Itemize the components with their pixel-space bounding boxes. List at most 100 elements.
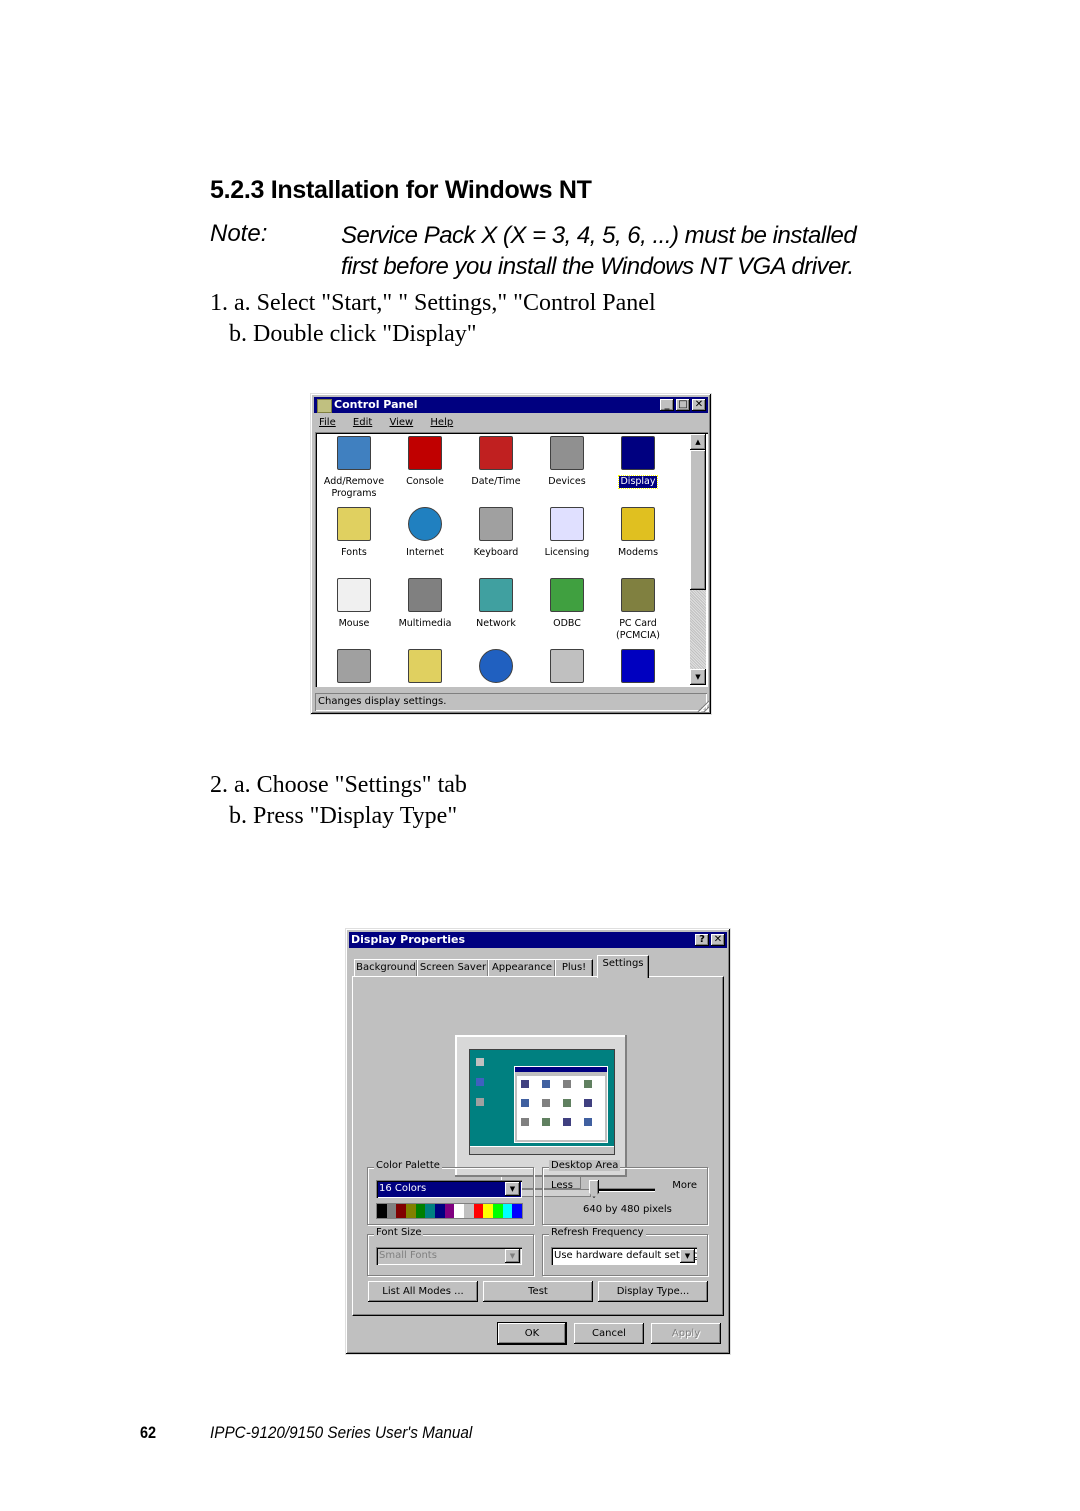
color-swatch	[502, 1204, 513, 1218]
control-panel-item-label: Multimedia	[398, 618, 452, 629]
close-button[interactable]: ✕	[692, 399, 706, 411]
list-all-modes-button[interactable]: List All Modes ...	[368, 1281, 478, 1302]
control-panel-item[interactable]: PC Card (PCMCIA)	[603, 578, 673, 642]
control-panel-item[interactable]: Keyboard	[461, 507, 531, 559]
desktop-area-group: Desktop Area Less More 640 by 480 pixels	[542, 1160, 708, 1225]
network-icon	[479, 578, 513, 612]
control-panel-item[interactable]: Regional	[461, 649, 531, 687]
devices-icon	[550, 436, 584, 470]
control-panel-item[interactable]: Fonts	[319, 507, 389, 559]
apply-button[interactable]: Apply	[651, 1323, 721, 1344]
preview-icon	[584, 1099, 592, 1107]
test-button[interactable]: Test	[483, 1281, 593, 1302]
tab-settings[interactable]: Settings	[597, 955, 649, 978]
menu-bar: File Edit View Help	[315, 414, 463, 431]
color-palette-value: 16 Colors	[379, 1183, 427, 1194]
control-panel-item[interactable]: Printers	[390, 649, 460, 687]
chevron-down-icon[interactable]: ▼	[680, 1249, 695, 1263]
printers-icon	[408, 649, 442, 683]
tab-screen-saver[interactable]: Screen Saver	[417, 959, 489, 977]
control-panel-item[interactable]: ODBC	[532, 578, 602, 630]
control-panel-item[interactable]: Server	[603, 649, 673, 687]
control-panel-item-label: Network	[476, 618, 516, 629]
note-text: Service Pack X (X = 3, 4, 5, 6, ...) mus…	[341, 220, 857, 282]
control-panel-item-label: Modems	[617, 547, 659, 558]
control-panel-item[interactable]: Console	[390, 436, 460, 488]
control-panel-item-label: Mouse	[338, 618, 370, 629]
color-palette-label: Color Palette	[374, 1160, 442, 1171]
color-swatch	[396, 1204, 407, 1218]
color-swatch	[406, 1204, 416, 1218]
tab-background[interactable]: Background	[354, 959, 418, 977]
preview-icon	[521, 1080, 529, 1088]
control-panel-item[interactable]: Add/Remove Programs	[319, 436, 389, 500]
font-size-group: Font Size Small Fonts ▼	[367, 1227, 534, 1276]
control-panel-item[interactable]: Date/Time	[461, 436, 531, 488]
preview-screen	[469, 1049, 615, 1155]
control-panel-item[interactable]: Internet	[390, 507, 460, 559]
menu-view[interactable]: View	[389, 417, 413, 428]
control-panel-system-icon[interactable]	[317, 399, 332, 413]
server-icon	[621, 649, 655, 683]
mouse-icon	[337, 578, 371, 612]
chevron-down-icon[interactable]: ▼	[505, 1249, 520, 1263]
font-size-select[interactable]: Small Fonts ▼	[376, 1247, 522, 1265]
display-properties-titlebar[interactable]: Display Properties ? ✕	[349, 932, 727, 948]
control-panel-item[interactable]: Licensing	[532, 507, 602, 559]
display-type-button[interactable]: Display Type...	[598, 1281, 708, 1302]
tab-plus[interactable]: Plus!	[555, 959, 593, 977]
scroll-thumb[interactable]	[690, 450, 706, 590]
control-panel-item-label: Console	[406, 476, 444, 487]
control-panel-item[interactable]: SCSI Adapters	[532, 649, 602, 687]
ok-button[interactable]: OK	[497, 1322, 567, 1345]
control-panel-item[interactable]: Mouse	[319, 578, 389, 630]
desktop-area-slider-thumb[interactable]	[589, 1180, 599, 1198]
manual-title: IPPC-9120/9150 Series User's Manual	[210, 1423, 473, 1442]
fonts-icon	[337, 507, 371, 541]
control-panel-item[interactable]: Network	[461, 578, 531, 630]
scroll-up-button[interactable]: ▲	[690, 434, 706, 450]
dialog-close-button[interactable]: ✕	[711, 934, 725, 946]
minimize-button[interactable]: _	[660, 399, 674, 411]
preview-icon	[563, 1080, 571, 1088]
cancel-button[interactable]: Cancel	[574, 1323, 644, 1344]
console-icon	[408, 436, 442, 470]
control-panel-item[interactable]: Modems	[603, 507, 673, 559]
multimedia-icon	[408, 578, 442, 612]
step-1a: 1. a. Select "Start," " Settings," "Cont…	[210, 290, 656, 316]
control-panel-item[interactable]: Devices	[532, 436, 602, 488]
preview-taskbar	[470, 1146, 614, 1154]
color-swatch	[435, 1204, 445, 1218]
scroll-down-button[interactable]: ▼	[690, 669, 706, 685]
step-1b: b. Double click "Display"	[229, 321, 477, 347]
refresh-frequency-select[interactable]: Use hardware default setting ▼	[551, 1247, 697, 1265]
menu-edit[interactable]: Edit	[353, 417, 372, 428]
control-panel-item-label: Date/Time	[471, 476, 521, 487]
display-properties-dialog: Display Properties ? ✕ Background Screen…	[345, 928, 731, 1355]
color-palette-select[interactable]: 16 Colors ▼	[376, 1180, 522, 1198]
color-swatch	[512, 1204, 523, 1218]
control-panel-item-label: Licensing	[544, 547, 590, 558]
control-panel-titlebar[interactable]: Control Panel _ □ ✕	[314, 397, 708, 413]
color-swatch	[386, 1204, 397, 1218]
control-panel-item[interactable]: Multimedia	[390, 578, 460, 630]
control-panel-item[interactable]: Display	[603, 436, 673, 489]
resize-grip[interactable]	[697, 700, 709, 712]
monitor-preview	[455, 1035, 627, 1177]
vertical-scrollbar[interactable]: ▲ ▼	[690, 434, 706, 685]
chevron-down-icon[interactable]: ▼	[505, 1182, 520, 1196]
status-text: Changes display settings.	[318, 696, 447, 707]
preview-icon	[521, 1099, 529, 1107]
control-panel-item[interactable]: Ports	[319, 649, 389, 687]
menu-help[interactable]: Help	[430, 417, 453, 428]
maximize-button[interactable]: □	[676, 399, 690, 411]
preview-window	[514, 1066, 608, 1143]
settings-panel: Color Palette 16 Colors ▼ Desktop Area L…	[352, 976, 724, 1316]
page-number: 62	[140, 1423, 157, 1442]
help-button[interactable]: ?	[695, 934, 709, 946]
note-line-1: Service Pack X (X = 3, 4, 5, 6, ...) mus…	[341, 222, 857, 249]
licensing-icon	[550, 507, 584, 541]
desktop-area-label: Desktop Area	[549, 1160, 621, 1171]
tab-appearance[interactable]: Appearance	[488, 959, 556, 977]
menu-file[interactable]: File	[319, 417, 336, 428]
